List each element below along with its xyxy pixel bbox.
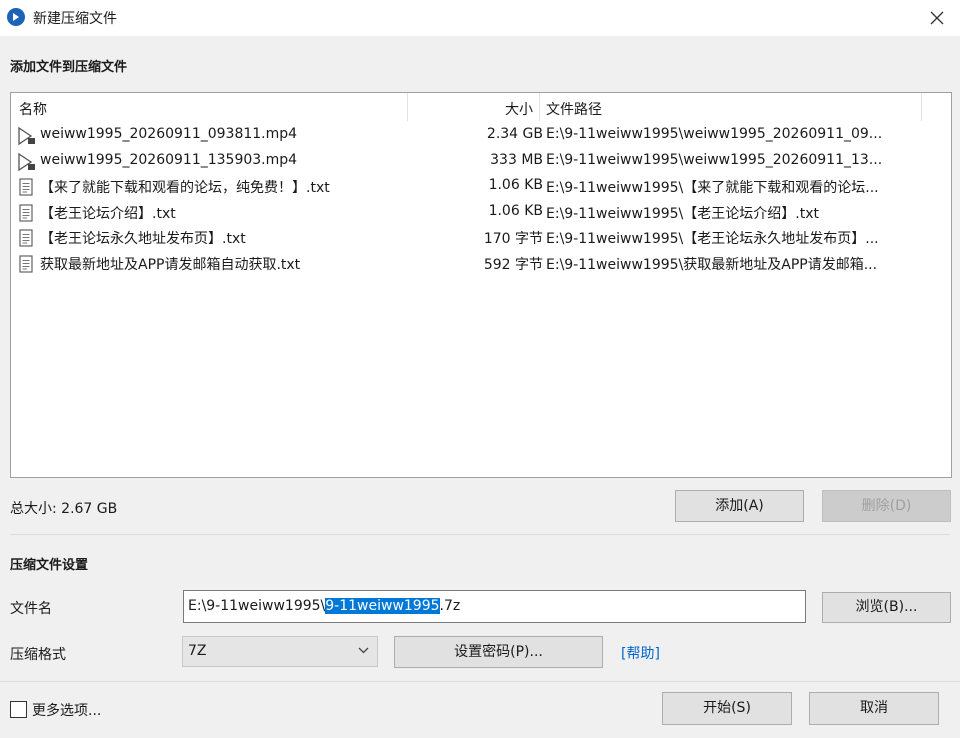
file-path: E:\9-11weiww1995\【老王论坛永久地址发布页】... — [546, 231, 879, 247]
filename-suffix: .7z — [439, 598, 461, 614]
total-size-label: 总大小: 2.67 GB — [10, 501, 118, 517]
cancel-button[interactable]: 取消 — [809, 692, 939, 725]
file-row[interactable]: weiww1995_20260911_135903.mp4 333 MB E:\… — [11, 149, 951, 175]
file-row[interactable]: 【来了就能下载和观看的论坛，纯免费！】.txt 1.06 KB E:\9-11w… — [11, 174, 951, 200]
format-selected-value: 7Z — [188, 643, 207, 659]
set-password-button[interactable]: 设置密码(P)... — [394, 636, 603, 668]
filename-input[interactable]: E:\9-11weiww1995\9-11weiww1995.7z — [183, 590, 806, 623]
column-header-size[interactable]: 大小 — [505, 99, 533, 119]
file-size: 2.34 GB — [486, 126, 543, 142]
file-list-header: 名称 大小 文件路径 — [11, 93, 951, 121]
file-size: 333 MB — [490, 151, 543, 168]
format-label: 压缩格式 — [10, 647, 66, 663]
filename-prefix: E:\9-11weiww1995\ — [188, 598, 326, 614]
file-name: 【老王论坛永久地址发布页】.txt — [40, 231, 246, 247]
text-file-icon — [19, 229, 33, 247]
title-bar: 新建压缩文件 — [0, 0, 960, 36]
file-list[interactable]: 名称 大小 文件路径 weiww1995_20260911_093811.mp4… — [10, 92, 952, 478]
window-title: 新建压缩文件 — [33, 11, 117, 27]
format-select[interactable]: 7Z — [182, 636, 378, 667]
video-file-icon — [18, 152, 35, 171]
file-row[interactable]: weiww1995_20260911_093811.mp4 2.34 GB E:… — [11, 123, 951, 149]
more-options-label[interactable]: 更多选项... — [32, 700, 101, 720]
file-size: 592 字节 — [483, 256, 543, 273]
filename-selected-text: 9-11weiww1995 — [325, 598, 440, 614]
file-size: 1.06 KB — [488, 202, 543, 219]
start-button[interactable]: 开始(S) — [662, 692, 792, 725]
file-row[interactable]: 【老王论坛介绍】.txt 1.06 KB E:\9-11weiww1995\【老… — [11, 200, 951, 226]
add-section-title: 添加文件到压缩文件 — [10, 60, 128, 75]
file-name: 【来了就能下载和观看的论坛，纯免费！】.txt — [40, 180, 330, 196]
file-path: E:\9-11weiww1995\weiww1995_20260911_09..… — [546, 126, 883, 142]
file-row[interactable]: 获取最新地址及APP请发邮箱自动获取.txt 592 字节 E:\9-11wei… — [11, 251, 951, 277]
app-logo-icon — [7, 8, 25, 26]
more-options-checkbox[interactable] — [10, 701, 27, 718]
file-name: 【老王论坛介绍】.txt — [40, 205, 176, 222]
file-path: E:\9-11weiww1995\【老王论坛介绍】.txt — [546, 205, 819, 222]
file-size: 1.06 KB — [488, 177, 543, 193]
file-path: E:\9-11weiww1995\【来了就能下载和观看的论坛... — [546, 180, 879, 196]
divider — [10, 534, 950, 535]
chevron-down-icon — [358, 647, 369, 654]
column-divider[interactable] — [921, 93, 922, 121]
column-divider[interactable] — [407, 93, 408, 121]
file-path: E:\9-11weiww1995\weiww1995_20260911_13..… — [546, 151, 883, 168]
file-row[interactable]: 【老王论坛永久地址发布页】.txt 170 字节 E:\9-11weiww199… — [11, 225, 951, 251]
column-header-path[interactable]: 文件路径 — [546, 99, 602, 119]
filename-label: 文件名 — [10, 601, 52, 617]
file-name: weiww1995_20260911_093811.mp4 — [40, 126, 298, 142]
text-file-icon — [19, 178, 33, 196]
video-file-icon — [18, 126, 35, 146]
file-path: E:\9-11weiww1995\获取最新地址及APP请发邮箱... — [546, 256, 878, 273]
help-link[interactable]: [帮助] — [621, 643, 660, 663]
delete-button[interactable]: 删除(D) — [822, 490, 951, 522]
text-file-icon — [19, 203, 33, 222]
text-file-icon — [19, 254, 33, 273]
add-button[interactable]: 添加(A) — [675, 490, 804, 522]
settings-section-title: 压缩文件设置 — [10, 558, 89, 573]
file-name: weiww1995_20260911_135903.mp4 — [40, 151, 298, 168]
file-size: 170 字节 — [483, 231, 543, 247]
divider — [0, 681, 960, 682]
close-button[interactable] — [914, 0, 960, 36]
column-header-name[interactable]: 名称 — [19, 99, 47, 119]
file-name: 获取最新地址及APP请发邮箱自动获取.txt — [40, 256, 301, 273]
browse-button[interactable]: 浏览(B)... — [822, 592, 951, 623]
close-icon — [930, 11, 944, 25]
column-divider[interactable] — [539, 93, 540, 121]
